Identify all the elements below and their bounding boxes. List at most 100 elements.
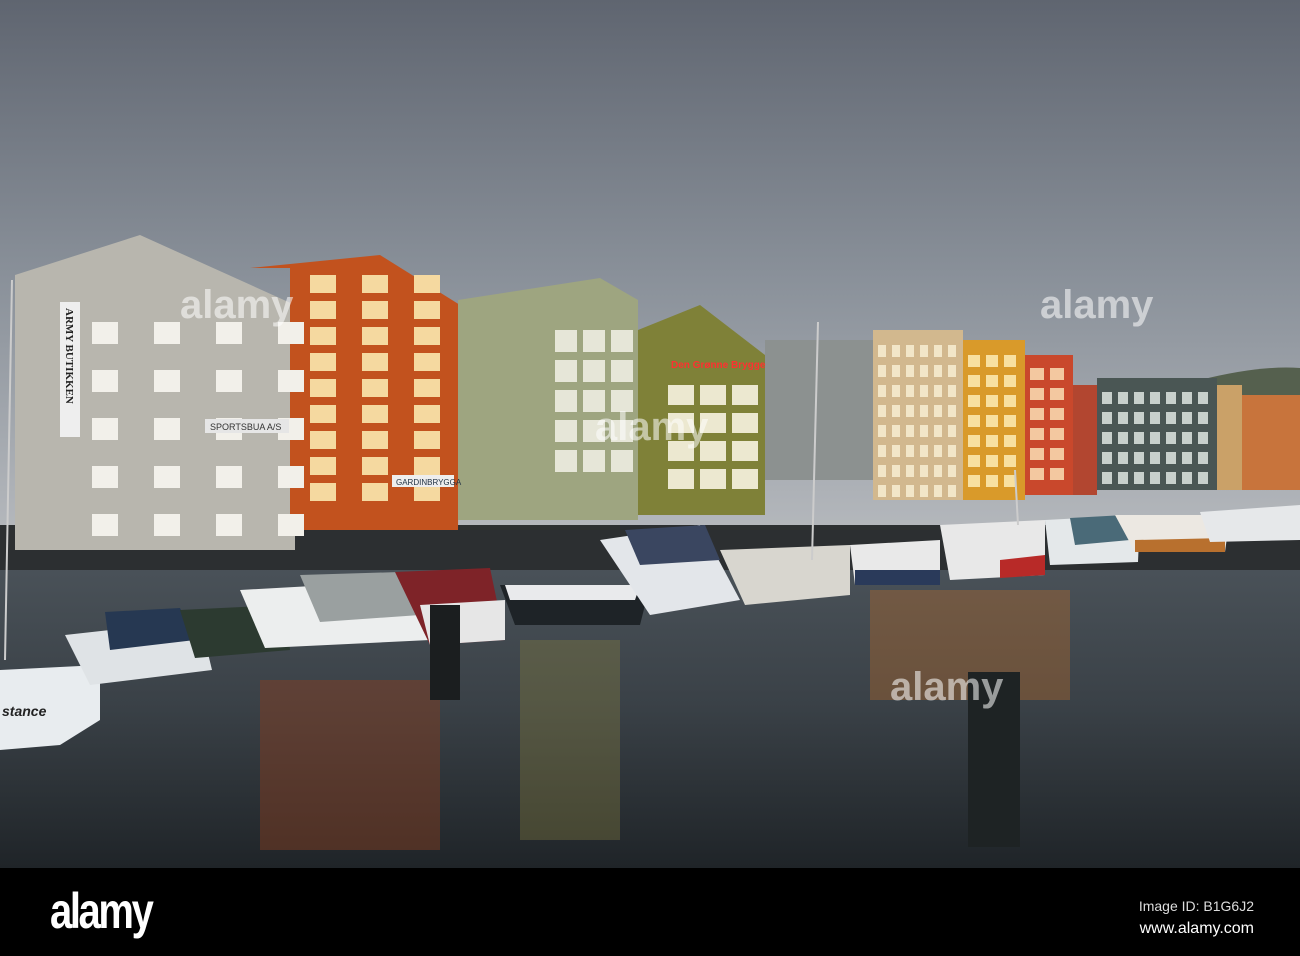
window xyxy=(1182,472,1192,484)
window xyxy=(920,485,928,497)
army-butikken-sign: ARMY BUTIKKEN xyxy=(63,308,75,404)
window xyxy=(1102,452,1112,464)
window xyxy=(1198,472,1208,484)
window xyxy=(948,485,956,497)
window xyxy=(154,322,180,344)
window xyxy=(362,483,388,501)
window xyxy=(906,385,914,397)
window xyxy=(362,327,388,345)
window xyxy=(216,514,242,536)
window xyxy=(920,465,928,477)
window xyxy=(920,425,928,437)
window xyxy=(1150,392,1160,404)
window xyxy=(154,514,180,536)
window xyxy=(1182,392,1192,404)
window xyxy=(1004,355,1016,367)
window xyxy=(968,375,980,387)
window xyxy=(278,466,304,488)
window xyxy=(92,418,118,440)
window xyxy=(414,353,440,371)
window xyxy=(878,365,886,377)
window xyxy=(1030,388,1044,400)
window xyxy=(555,360,577,382)
window xyxy=(310,301,336,319)
window xyxy=(906,425,914,437)
window xyxy=(892,425,900,437)
window xyxy=(555,330,577,352)
window xyxy=(555,390,577,412)
window xyxy=(278,370,304,392)
window xyxy=(414,275,440,293)
window xyxy=(362,379,388,397)
window xyxy=(154,370,180,392)
window xyxy=(906,445,914,457)
window xyxy=(1198,452,1208,464)
window xyxy=(310,405,336,423)
gardinbrygga-sign: GARDINBRYGGA xyxy=(396,478,462,487)
window xyxy=(154,418,180,440)
window xyxy=(1166,432,1176,444)
window xyxy=(892,485,900,497)
window xyxy=(310,431,336,449)
window xyxy=(892,365,900,377)
window xyxy=(1030,428,1044,440)
window xyxy=(1182,452,1192,464)
window xyxy=(668,469,694,489)
window xyxy=(700,469,726,489)
window xyxy=(934,445,942,457)
window xyxy=(1102,472,1112,484)
boat-name: stance xyxy=(2,703,47,719)
orange-building-far xyxy=(1242,395,1300,490)
window xyxy=(1198,392,1208,404)
window xyxy=(1134,432,1144,444)
svg-text:alamy: alamy xyxy=(595,405,709,449)
window xyxy=(1166,472,1176,484)
window xyxy=(1198,432,1208,444)
window xyxy=(278,514,304,536)
window xyxy=(906,405,914,417)
window xyxy=(1150,412,1160,424)
window xyxy=(1030,468,1044,480)
window xyxy=(310,483,336,501)
svg-text:alamy: alamy xyxy=(1040,283,1154,327)
window xyxy=(555,450,577,472)
window xyxy=(1150,432,1160,444)
window xyxy=(1182,432,1192,444)
window xyxy=(92,514,118,536)
window xyxy=(583,450,605,472)
window xyxy=(892,405,900,417)
window xyxy=(1050,368,1064,380)
window xyxy=(920,365,928,377)
window xyxy=(362,405,388,423)
footer-bar: alamy Image ID: B1G6J2 www.alamy.com xyxy=(0,868,1300,956)
window xyxy=(968,415,980,427)
alamy-logo[interactable]: alamy xyxy=(50,882,154,940)
window xyxy=(920,345,928,357)
svg-text:alamy: alamy xyxy=(890,665,1004,709)
window xyxy=(154,466,180,488)
window xyxy=(892,385,900,397)
window xyxy=(1050,428,1064,440)
window xyxy=(878,485,886,497)
window xyxy=(1030,448,1044,460)
window xyxy=(906,365,914,377)
window xyxy=(1118,452,1128,464)
site-url[interactable]: www.alamy.com xyxy=(1140,920,1254,938)
tan-building xyxy=(1217,385,1242,490)
window xyxy=(968,355,980,367)
window xyxy=(1182,412,1192,424)
window xyxy=(878,345,886,357)
window xyxy=(986,435,998,447)
window xyxy=(583,330,605,352)
window xyxy=(310,275,336,293)
window xyxy=(92,370,118,392)
window xyxy=(310,379,336,397)
window xyxy=(878,425,886,437)
window xyxy=(934,425,942,437)
window xyxy=(216,466,242,488)
window xyxy=(878,445,886,457)
window xyxy=(934,345,942,357)
window xyxy=(414,431,440,449)
window xyxy=(414,457,440,475)
reflection xyxy=(520,640,620,840)
